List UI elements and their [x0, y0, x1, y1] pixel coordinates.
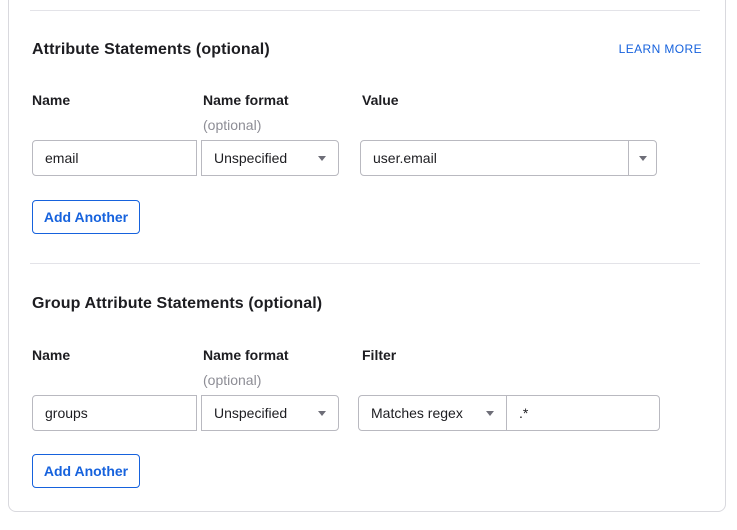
- add-another-attribute-button[interactable]: Add Another: [32, 200, 140, 234]
- attribute-name-input[interactable]: [32, 140, 197, 176]
- col-header-group-name: Name: [32, 347, 70, 363]
- col-header-name-format-note: (optional): [203, 117, 261, 133]
- attribute-value-input[interactable]: [361, 141, 628, 175]
- col-header-name: Name: [32, 92, 70, 108]
- add-another-group-attribute-button[interactable]: Add Another: [32, 454, 140, 488]
- chevron-down-icon: [486, 411, 494, 416]
- col-header-filter: Filter: [362, 347, 396, 363]
- attribute-name-format-value: Unspecified: [214, 150, 287, 166]
- saml-settings-card: [8, 0, 726, 512]
- group-attribute-name-format-select[interactable]: Unspecified: [201, 395, 339, 431]
- col-header-group-name-format: Name format: [203, 347, 289, 363]
- attribute-name-format-select[interactable]: Unspecified: [201, 140, 339, 176]
- group-attribute-name-format-value: Unspecified: [214, 405, 287, 421]
- section-divider: [30, 263, 700, 264]
- group-attribute-name-input[interactable]: [32, 395, 197, 431]
- chevron-down-icon: [639, 156, 647, 161]
- attribute-value-dropdown-button[interactable]: [628, 141, 656, 175]
- attribute-value-combo: [360, 140, 657, 176]
- col-header-group-name-format-note: (optional): [203, 372, 261, 388]
- group-filter-type-select[interactable]: Matches regex: [359, 396, 507, 430]
- section-divider-top: [30, 10, 700, 11]
- learn-more-link[interactable]: LEARN MORE: [619, 42, 702, 56]
- chevron-down-icon: [318, 156, 326, 161]
- chevron-down-icon: [318, 411, 326, 416]
- group-filter-type-value: Matches regex: [371, 405, 463, 421]
- attribute-statements-title: Attribute Statements (optional): [32, 41, 270, 59]
- group-filter-value-input[interactable]: [507, 396, 659, 430]
- group-filter-combo: Matches regex: [358, 395, 660, 431]
- col-header-name-format: Name format: [203, 92, 289, 108]
- col-header-value: Value: [362, 92, 399, 108]
- saml-settings-page: Attribute Statements (optional) LEARN MO…: [0, 0, 737, 530]
- group-attribute-statements-title: Group Attribute Statements (optional): [32, 295, 322, 313]
